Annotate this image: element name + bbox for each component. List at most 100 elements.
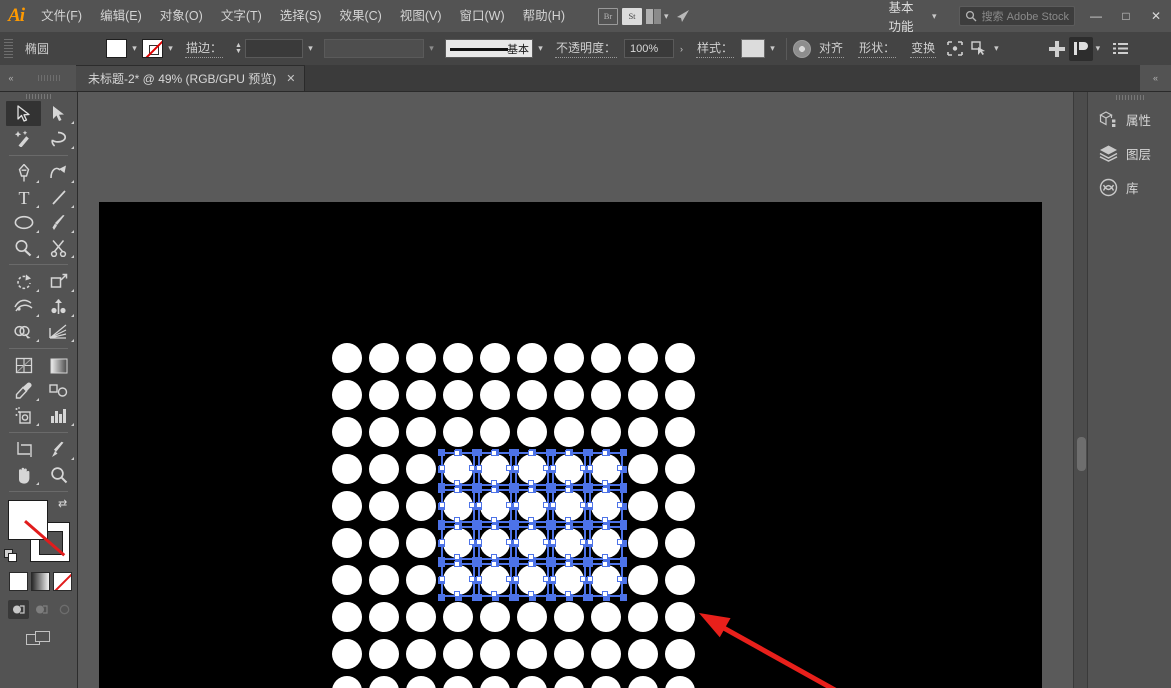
artwork-dot[interactable]	[591, 343, 621, 373]
artwork-dot[interactable]	[665, 491, 695, 521]
artwork-dot[interactable]	[628, 565, 658, 595]
bridge-icon[interactable]: Br	[598, 5, 618, 27]
artwork-dot[interactable]	[406, 528, 436, 558]
artboard[interactable]	[99, 202, 1042, 688]
artwork-dot[interactable]	[665, 676, 695, 688]
selection-handle[interactable]	[512, 449, 519, 456]
artwork-dot[interactable]	[628, 343, 658, 373]
tab-bar-grip[interactable]	[22, 65, 76, 91]
path-anchor-point[interactable]	[439, 502, 445, 508]
pen-tool[interactable]	[6, 160, 41, 185]
zoom-tool[interactable]	[41, 462, 76, 487]
default-fill-stroke-icon[interactable]	[4, 549, 19, 564]
artwork-dot[interactable]	[517, 676, 547, 688]
stroke-weight-field[interactable]	[245, 39, 303, 58]
panel-libraries[interactable]: 库	[1088, 170, 1171, 204]
shaper-tool[interactable]	[6, 235, 41, 260]
artwork-dot[interactable]	[332, 380, 362, 410]
artwork-dot[interactable]	[332, 676, 362, 688]
path-anchor-point[interactable]	[528, 487, 534, 493]
artwork-dot[interactable]	[591, 380, 621, 410]
artwork-dot[interactable]	[628, 491, 658, 521]
artwork-dot[interactable]	[480, 343, 510, 373]
artwork-dot[interactable]	[628, 380, 658, 410]
transform-label[interactable]: 变换	[910, 39, 936, 58]
path-anchor-point[interactable]	[439, 576, 445, 582]
artwork-dot[interactable]	[517, 602, 547, 632]
screen-mode-button[interactable]	[0, 631, 77, 647]
artwork-dot[interactable]	[628, 676, 658, 688]
artwork-dot[interactable]	[406, 565, 436, 595]
selection-handle[interactable]	[549, 594, 556, 601]
fill-stroke-widget[interactable]: ⇄	[8, 500, 70, 562]
curvature-tool[interactable]	[41, 160, 76, 185]
magic-wand-tool[interactable]	[6, 126, 41, 151]
artwork-dot[interactable]	[443, 343, 473, 373]
path-anchor-point[interactable]	[565, 524, 571, 530]
artwork-dot[interactable]	[554, 602, 584, 632]
workspace-switcher[interactable]: 基本功能	[889, 0, 930, 35]
arrange-documents-icon[interactable]: ▾	[646, 5, 669, 27]
path-anchor-point[interactable]	[491, 561, 497, 567]
stroke-profile-field[interactable]	[324, 39, 424, 58]
artwork-dot[interactable]	[406, 491, 436, 521]
panel-properties[interactable]: 属性	[1088, 102, 1171, 136]
artwork-dot[interactable]	[332, 343, 362, 373]
selection-handle[interactable]	[438, 560, 445, 567]
artwork-dot[interactable]	[517, 343, 547, 373]
artwork-dot[interactable]	[443, 639, 473, 669]
perspective-grid-tool[interactable]	[41, 319, 76, 344]
brush-chevron-icon[interactable]: ▾	[533, 39, 548, 58]
path-anchor-point[interactable]	[528, 591, 534, 597]
path-anchor-point[interactable]	[617, 465, 623, 471]
color-button[interactable]	[9, 572, 28, 591]
maximize-button[interactable]: □	[1111, 0, 1141, 32]
menu-file[interactable]: 文件(F)	[32, 0, 91, 32]
artwork-dot[interactable]	[406, 417, 436, 447]
line-segment-tool[interactable]	[41, 185, 76, 210]
artwork-dot[interactable]	[406, 602, 436, 632]
close-button[interactable]: ✕	[1141, 0, 1171, 32]
path-anchor-point[interactable]	[476, 502, 482, 508]
select-similar-chevron-icon[interactable]: ▾	[994, 43, 999, 54]
path-anchor-point[interactable]	[550, 539, 556, 545]
artwork-dot[interactable]	[591, 602, 621, 632]
selection-handle[interactable]	[475, 594, 482, 601]
artwork-dot[interactable]	[332, 454, 362, 484]
path-anchor-point[interactable]	[602, 487, 608, 493]
align-label[interactable]: 对齐	[818, 39, 844, 58]
artwork-dot[interactable]	[554, 639, 584, 669]
shape-builder-tool[interactable]	[6, 319, 41, 344]
path-anchor-point[interactable]	[602, 524, 608, 530]
fill-color-swatch[interactable]	[106, 39, 127, 58]
selection-handle[interactable]	[586, 486, 593, 493]
selection-handle[interactable]	[475, 560, 482, 567]
paintbrush-tool[interactable]	[41, 210, 76, 235]
artwork-dot[interactable]	[628, 602, 658, 632]
free-transform-tool[interactable]	[41, 294, 76, 319]
artwork-dot[interactable]	[369, 491, 399, 521]
path-anchor-point[interactable]	[565, 591, 571, 597]
vertical-scrollbar[interactable]	[1073, 92, 1087, 688]
path-anchor-point[interactable]	[565, 487, 571, 493]
opacity-label[interactable]: 不透明度：	[555, 39, 617, 58]
selection-handle[interactable]	[620, 523, 627, 530]
minimize-button[interactable]: —	[1081, 0, 1111, 32]
selection-handle[interactable]	[512, 594, 519, 601]
menu-effect[interactable]: 效果(C)	[330, 0, 390, 32]
artwork-dot[interactable]	[406, 343, 436, 373]
selection-handle[interactable]	[620, 560, 627, 567]
draw-behind-button[interactable]	[31, 600, 52, 619]
artwork-dot[interactable]	[369, 565, 399, 595]
selection-handle[interactable]	[512, 560, 519, 567]
path-anchor-point[interactable]	[528, 561, 534, 567]
mesh-tool[interactable]	[6, 353, 41, 378]
path-anchor-point[interactable]	[454, 561, 460, 567]
opacity-field[interactable]: 100%	[624, 39, 674, 58]
path-anchor-point[interactable]	[513, 465, 519, 471]
selection-handle[interactable]	[549, 486, 556, 493]
select-similar-objects-icon[interactable]	[967, 37, 991, 61]
panels-dock-grip[interactable]	[1088, 92, 1171, 102]
selection-handle[interactable]	[438, 523, 445, 530]
canvas-area[interactable]	[78, 92, 1087, 688]
